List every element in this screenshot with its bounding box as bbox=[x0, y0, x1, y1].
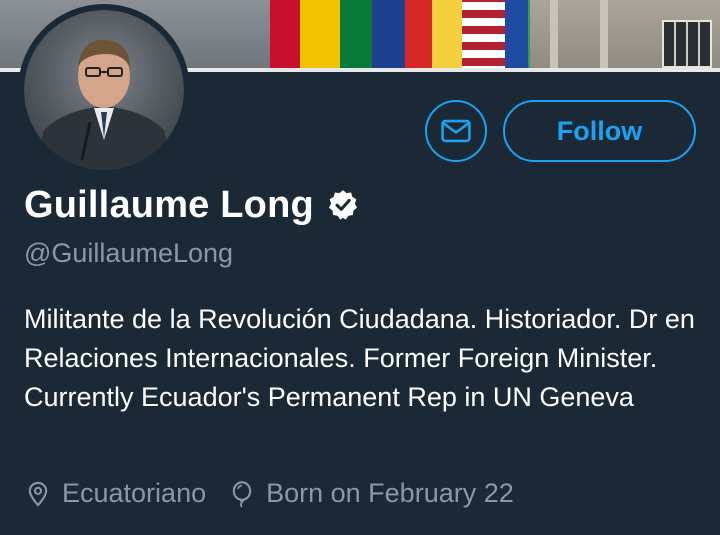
profile-birthday: Born on February 22 bbox=[228, 478, 514, 509]
verified-badge-icon bbox=[328, 190, 357, 220]
building-window bbox=[662, 20, 712, 68]
profile-handle: @GuillaumeLong bbox=[24, 238, 234, 268]
birthday-text: Born on February 22 bbox=[266, 478, 514, 508]
message-button[interactable] bbox=[425, 100, 487, 162]
avatar-photo bbox=[24, 10, 184, 170]
profile-meta: Ecuatoriano Born on February 22 bbox=[24, 478, 536, 509]
banner-building bbox=[530, 0, 720, 68]
follow-button[interactable]: Follow bbox=[503, 100, 696, 162]
profile-name: Guillaume Long bbox=[24, 183, 314, 226]
profile-location: Ecuatoriano bbox=[24, 478, 206, 509]
profile-name-row: Guillaume Long bbox=[24, 180, 360, 230]
building-column bbox=[600, 0, 608, 68]
profile-bio: Militante de la Revolución Ciudadana. Hi… bbox=[24, 304, 695, 412]
mail-icon bbox=[441, 119, 471, 143]
balloon-icon bbox=[232, 480, 252, 507]
avatar[interactable] bbox=[18, 4, 190, 176]
location-text: Ecuatoriano bbox=[62, 478, 207, 508]
building-column bbox=[550, 0, 558, 68]
location-pin-icon bbox=[28, 481, 48, 507]
